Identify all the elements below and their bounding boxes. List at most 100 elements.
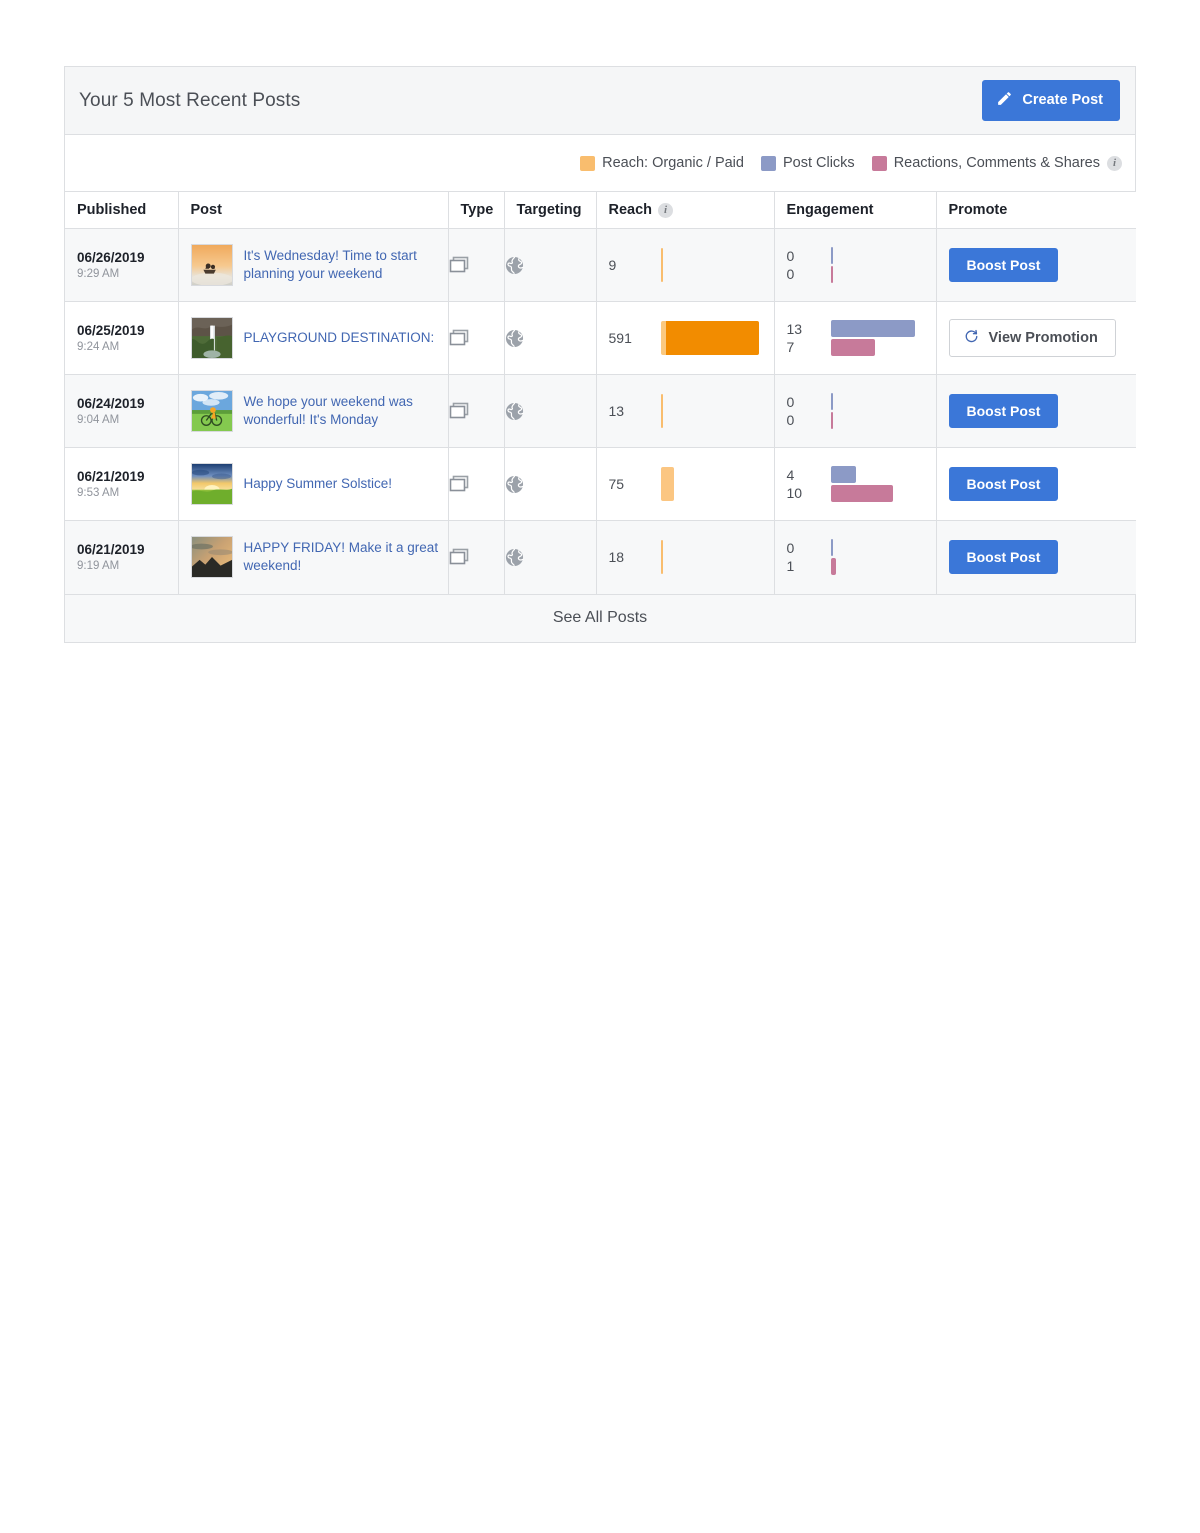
reach-value: 591 xyxy=(608,330,632,346)
column-header-reach-label: Reach xyxy=(608,202,653,218)
reactions-value: 10 xyxy=(786,485,803,501)
globe-icon xyxy=(505,402,524,420)
cell-reach: 75 xyxy=(596,447,775,521)
column-header-targeting: Targeting xyxy=(504,191,597,229)
engagement-bars xyxy=(830,318,926,358)
post-title[interactable]: We hope your weekend was wonderful! It's… xyxy=(244,393,447,429)
published-time: 9:19 AM xyxy=(77,559,120,572)
table-body: 06/26/2019 9:29 AM It's Wednesday! Time … xyxy=(65,228,1136,594)
create-post-button[interactable]: Create Post xyxy=(982,80,1120,121)
reach-bars xyxy=(660,464,764,504)
multi-photo-icon xyxy=(449,256,469,273)
cell-targeting xyxy=(504,447,597,521)
cell-promote: Boost Post xyxy=(936,447,1136,521)
engagement-values: 0 1 xyxy=(787,539,831,575)
post-clicks-value: 4 xyxy=(786,467,795,483)
recent-posts-card: Your 5 Most Recent Posts Create Post Rea… xyxy=(64,66,1136,643)
published-date: 06/25/2019 xyxy=(77,322,145,338)
engagement-values: 13 7 xyxy=(787,320,831,356)
legend-label-reactions: Reactions, Comments & Shares xyxy=(893,155,1100,171)
post-clicks-value: 13 xyxy=(786,321,803,337)
cell-promote: Boost Post xyxy=(936,520,1136,594)
chart-legend: Reach: Organic / Paid Post Clicks Reacti… xyxy=(65,135,1135,191)
cell-reach: 13 xyxy=(596,374,775,448)
table-header: Published Post Type Targeting Reach i Eng… xyxy=(65,191,1136,229)
cell-reach: 9 xyxy=(596,228,775,302)
multi-photo-icon xyxy=(449,402,469,419)
multi-photo-icon xyxy=(449,548,469,565)
published-time: 9:04 AM xyxy=(77,413,120,426)
post-title[interactable]: It's Wednesday! Time to start planning y… xyxy=(244,247,447,283)
cell-post: It's Wednesday! Time to start planning y… xyxy=(178,228,449,302)
cell-reach: 18 xyxy=(596,520,775,594)
cell-promote: View Promotion xyxy=(936,301,1136,375)
published-time: 9:29 AM xyxy=(77,267,120,280)
engagement-bars xyxy=(830,391,926,431)
boost-post-button[interactable]: Boost Post xyxy=(948,394,1059,428)
post-title[interactable]: Happy Summer Solstice! xyxy=(244,475,393,493)
published-date: 06/26/2019 xyxy=(77,249,145,265)
globe-icon xyxy=(505,548,524,566)
engagement-bars xyxy=(830,537,926,577)
post-thumbnail-dusk-mountains[interactable] xyxy=(190,536,233,579)
cell-engagement: 0 1 xyxy=(774,520,937,594)
cell-type xyxy=(448,301,505,375)
post-clicks-value: 0 xyxy=(786,540,795,557)
table-row: 06/24/2019 9:04 AM We hope your weekend … xyxy=(65,374,1136,448)
cell-targeting xyxy=(504,228,597,302)
post-clicks-value: 0 xyxy=(786,248,795,264)
reactions-value: 0 xyxy=(786,266,795,282)
post-clicks-bar xyxy=(830,539,833,557)
published-date: 06/21/2019 xyxy=(77,468,145,484)
column-header-reach: Reach i xyxy=(596,191,775,229)
reactions-bar xyxy=(830,339,875,356)
engagement-bars xyxy=(830,464,926,504)
reach-organic-bar xyxy=(660,248,663,282)
reach-organic-bar xyxy=(660,321,666,355)
multi-photo-icon xyxy=(449,475,469,492)
card-header: Your 5 Most Recent Posts Create Post xyxy=(65,67,1135,135)
cell-published: 06/21/2019 9:19 AM xyxy=(65,520,179,594)
post-title[interactable]: PLAYGROUND DESTINATION: xyxy=(244,329,435,347)
boost-post-button[interactable]: Boost Post xyxy=(948,540,1059,575)
legend-info-icon[interactable]: i xyxy=(1107,155,1122,171)
boost-post-button[interactable]: Boost Post xyxy=(948,467,1059,501)
post-clicks-bar xyxy=(830,466,856,483)
view-promotion-button[interactable]: View Promotion xyxy=(948,318,1116,358)
reactions-value: 0 xyxy=(786,412,795,428)
post-thumbnail-sunset-boat[interactable] xyxy=(190,244,233,286)
cell-engagement: 0 0 xyxy=(774,228,937,302)
globe-icon xyxy=(505,329,524,347)
published-date: 06/24/2019 xyxy=(77,395,145,411)
cell-published: 06/25/2019 9:24 AM xyxy=(65,301,179,375)
posts-table: Published Post Type Targeting Reach i Eng… xyxy=(65,191,1136,594)
cell-post: Happy Summer Solstice! xyxy=(178,447,449,521)
cell-promote: Boost Post xyxy=(936,374,1136,448)
column-header-type: Type xyxy=(448,191,505,229)
post-clicks-value: 0 xyxy=(786,394,795,410)
cell-published: 06/24/2019 9:04 AM xyxy=(65,374,179,448)
cell-promote: Boost Post xyxy=(936,228,1136,302)
post-thumbnail-waterfall[interactable] xyxy=(190,317,233,359)
reach-value: 18 xyxy=(608,549,625,566)
reach-bars xyxy=(660,537,764,577)
reach-paid-bar xyxy=(665,321,759,355)
reactions-bar xyxy=(830,485,893,502)
post-clicks-bar xyxy=(830,393,833,410)
boost-post-button[interactable]: Boost Post xyxy=(948,248,1059,282)
reactions-value: 7 xyxy=(786,339,795,355)
see-all-posts-label: See All Posts xyxy=(552,609,648,626)
cell-reach: 591 xyxy=(596,301,775,375)
see-all-posts-button[interactable]: See All Posts xyxy=(65,593,1135,642)
legend-item-reach: Reach: Organic / Paid xyxy=(580,155,744,171)
post-thumbnail-sunrise-field[interactable] xyxy=(190,463,233,505)
legend-label-clicks: Post Clicks xyxy=(782,155,855,171)
reach-info-icon[interactable]: i xyxy=(658,202,674,218)
post-title[interactable]: HAPPY FRIDAY! Make it a great weekend! xyxy=(244,539,447,575)
engagement-values: 0 0 xyxy=(787,393,831,429)
cell-published: 06/21/2019 9:53 AM xyxy=(65,447,179,521)
post-thumbnail-cyclist-field[interactable] xyxy=(190,390,233,432)
cell-type xyxy=(448,228,505,302)
pencil-icon xyxy=(996,90,1013,111)
reach-value: 9 xyxy=(608,257,617,273)
